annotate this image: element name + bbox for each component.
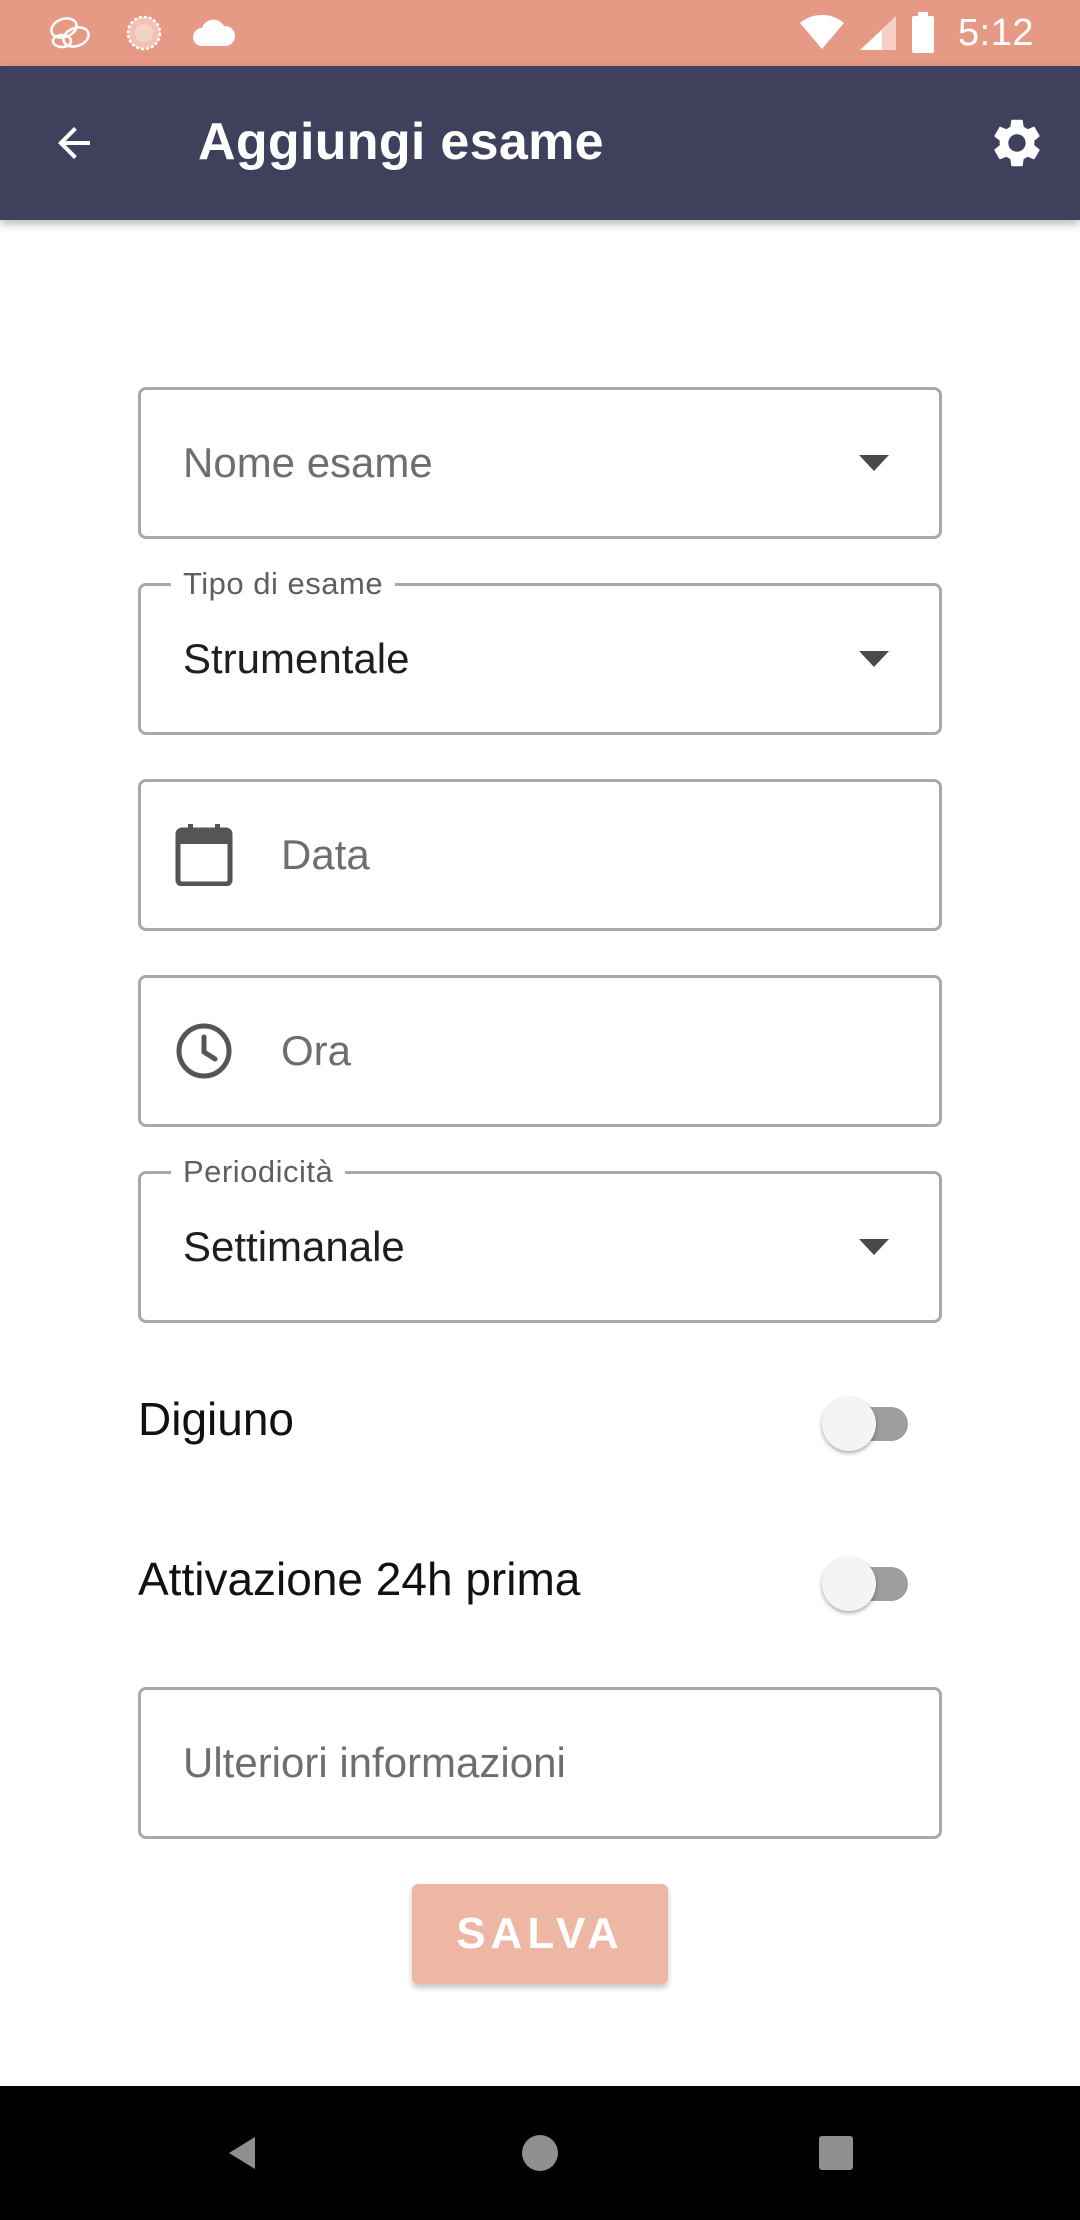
dropdown-arrow-icon [859,455,889,471]
save-button[interactable]: SALVA [412,1884,668,1984]
system-nav-bar [0,2086,1080,2220]
cloud-icon [192,18,236,48]
switch-thumb [822,1557,876,1611]
exam-type-value: Strumentale [183,635,410,682]
arrow-back-icon [58,127,90,159]
system-icons: 5:12 [786,8,1034,58]
app-bar: Aggiungi esame [0,66,1080,220]
cellular-signal-icon [858,14,898,52]
nav-home-button[interactable] [505,2118,575,2188]
screen: 5:12 Aggiungi esame Nome esame Tipo di e… [0,0,1080,2220]
nav-recents-button[interactable] [801,2118,871,2188]
nav-back-button[interactable] [208,2118,278,2188]
time-placeholder: Ora [281,1027,352,1074]
battery-icon [910,12,936,54]
notes-placeholder: Ulteriori informazioni [183,1739,566,1786]
date-placeholder: Data [281,831,370,878]
settings-button[interactable] [984,110,1050,176]
activation-24h-label: Attivazione 24h prima [138,1553,581,1605]
fasting-label: Digiuno [138,1393,294,1445]
periodicity-value: Settimanale [183,1223,405,1270]
calendar-icon [175,824,233,886]
activation-24h-row: Attivazione 24h prima [138,1539,942,1619]
exam-type-label: Tipo di esame [171,566,396,602]
date-field[interactable]: Data [138,779,942,931]
fasting-row: Digiuno [138,1379,942,1459]
page-title: Aggiungi esame [198,113,604,171]
activation-24h-switch[interactable] [822,1551,912,1611]
clock-icon [175,1022,233,1080]
periodicity-label: Periodicità [171,1154,346,1190]
status-bar: 5:12 [0,0,1080,66]
app-notification-icon [46,15,96,51]
dropdown-arrow-icon [859,1239,889,1255]
fasting-switch[interactable] [822,1391,912,1451]
dropdown-arrow-icon [859,651,889,667]
home-circle-icon [522,2135,558,2171]
exam-name-dropdown[interactable]: Nome esame [138,387,942,539]
sun-icon [124,13,164,53]
time-field[interactable]: Ora [138,975,942,1127]
recents-square-icon [819,2136,853,2170]
exam-name-placeholder: Nome esame [183,439,433,486]
clock-time: 5:12 [958,11,1034,54]
switch-thumb [822,1397,876,1451]
back-button[interactable] [42,111,106,175]
periodicity-dropdown[interactable]: Periodicità Settimanale [138,1154,942,1323]
exam-type-dropdown[interactable]: Tipo di esame Strumentale [138,566,942,735]
wifi-icon [798,15,846,51]
back-triangle-icon [229,2137,255,2169]
gear-icon [994,119,1040,167]
notification-icons [46,14,264,52]
notes-field[interactable]: Ulteriori informazioni [138,1687,942,1839]
